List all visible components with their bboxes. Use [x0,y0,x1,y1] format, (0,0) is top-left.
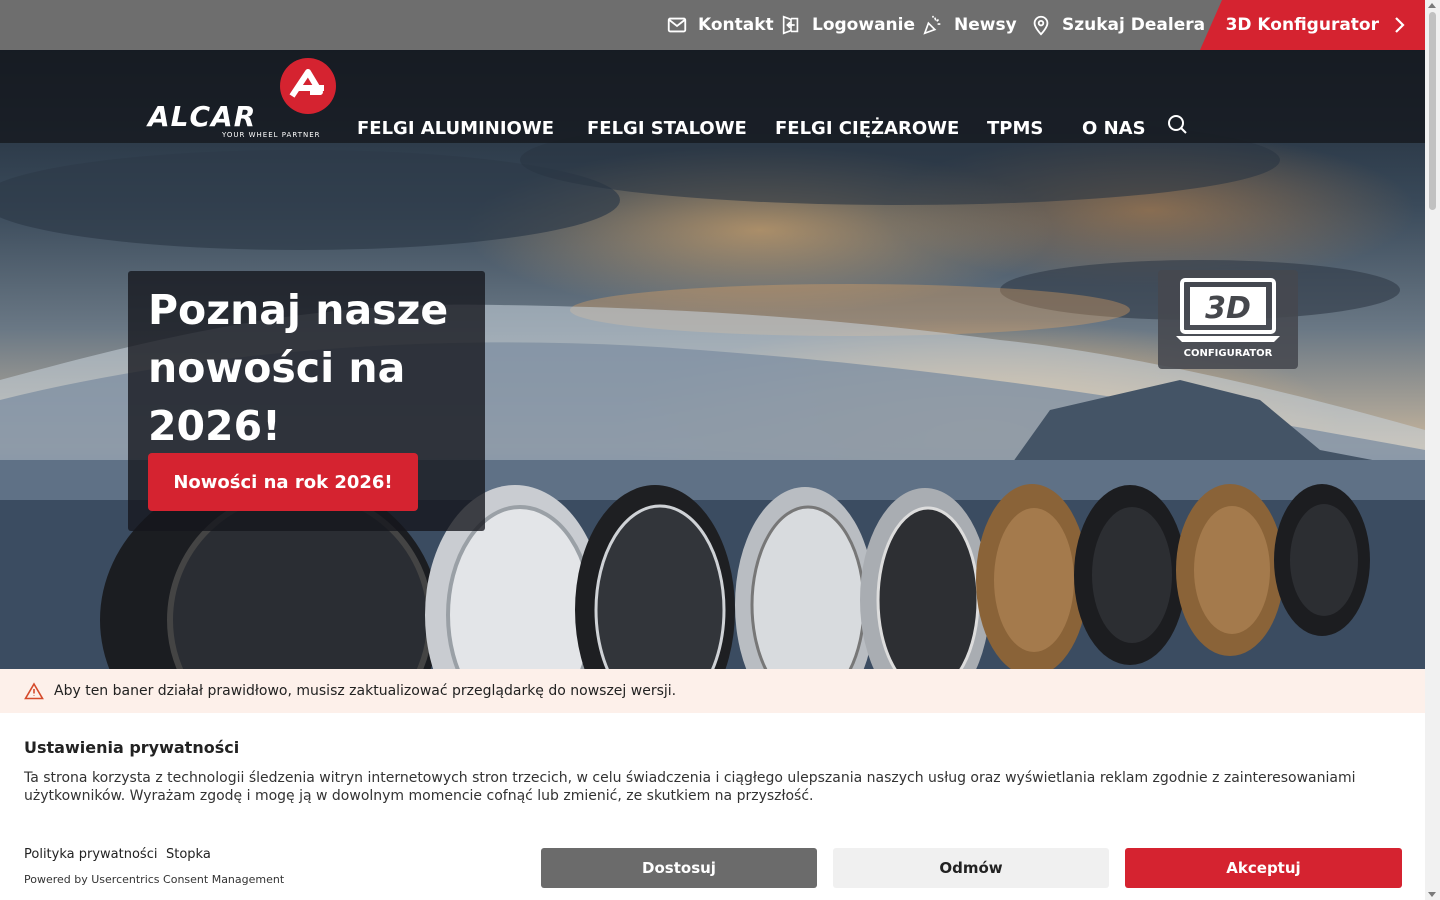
consent-title: Ustawienia prywatności [24,738,240,757]
chevron-right-icon [1395,17,1405,33]
top-utility-bar: Kontakt Logowanie Newsy Szukaj Dealera 3… [0,0,1425,50]
kontakt-link[interactable]: Kontakt [666,0,774,50]
nav-felgi-stalowe[interactable]: FELGI STALOWE [587,118,747,139]
logo-badge [280,58,336,114]
news-icon [923,15,941,35]
nav-felgi-aluminiowe[interactable]: FELGI ALUMINIOWE [357,118,554,139]
3d-configurator-widget[interactable]: 3D CONFIGURATOR [1158,270,1298,369]
laptop-3d-icon: 3D [1176,278,1280,342]
nav-felgi-ciezarowe[interactable]: FELGI CIĘŻAROWE [775,118,959,139]
scroll-up-arrow[interactable] [1428,3,1436,8]
warning-text: Aby ten baner działał prawidłowo, musisz… [54,683,677,699]
szukaj-dealera-label: Szukaj Dealera [1062,15,1206,35]
mail-icon [667,17,687,33]
szukaj-dealera-link[interactable]: Szukaj Dealera [1030,0,1205,50]
consent-description: Ta strona korzysta z technologii śledzen… [24,770,1356,804]
warning-icon [24,682,44,700]
consent-banner: Ustawienia prywatności Ta strona korzyst… [0,713,1425,900]
search-icon[interactable] [1165,112,1189,136]
nav-tpms[interactable]: TPMS [987,118,1043,139]
logowanie-label: Logowanie [812,15,915,35]
logo-wordmark: ALCAR [148,100,257,133]
accept-button[interactable]: Akceptuj [1125,848,1402,888]
customize-button[interactable]: Dostosuj [541,848,817,888]
configurator-label: CONFIGURATOR [1183,348,1273,359]
privacy-policy-link[interactable]: Polityka prywatności [24,847,157,862]
powered-by-text: Powered by Usercentrics Consent Manageme… [24,873,285,886]
3d-konfigurator-label: 3D Konfigurator [1225,15,1379,35]
reject-button[interactable]: Odmów [833,848,1109,888]
hero-banner: ALCAR YOUR WHEEL PARTNER FELGI ALUMINIOW… [0,50,1425,670]
alcar-logo[interactable]: ALCAR YOUR WHEEL PARTNER [148,58,338,139]
nav-o-nas[interactable]: O NAS [1082,118,1146,139]
footer-link[interactable]: Stopka [166,847,211,862]
kontakt-label: Kontakt [698,15,774,35]
browser-warning: Aby ten baner działał prawidłowo, musisz… [0,669,1425,713]
3d-text: 3D [1205,291,1251,326]
3d-konfigurator-button[interactable]: 3D Konfigurator [1200,0,1425,50]
promo-box: Poznaj nasze nowości na 2026! Nowości na… [128,271,485,531]
newsy-link[interactable]: Newsy [922,0,1017,50]
page-scrollbar[interactable] [1425,0,1440,900]
scrollbar-thumb[interactable] [1429,12,1436,210]
scroll-down-arrow[interactable] [1428,892,1436,897]
newsy-label: Newsy [954,15,1017,35]
logowanie-link[interactable]: Logowanie [780,0,915,50]
location-icon [1033,15,1049,36]
novelties-2026-button[interactable]: Nowości na rok 2026! [148,453,418,511]
login-icon [782,15,799,35]
hero-title: Poznaj nasze nowości na 2026! [148,286,449,450]
logo-tagline: YOUR WHEEL PARTNER [222,131,321,139]
